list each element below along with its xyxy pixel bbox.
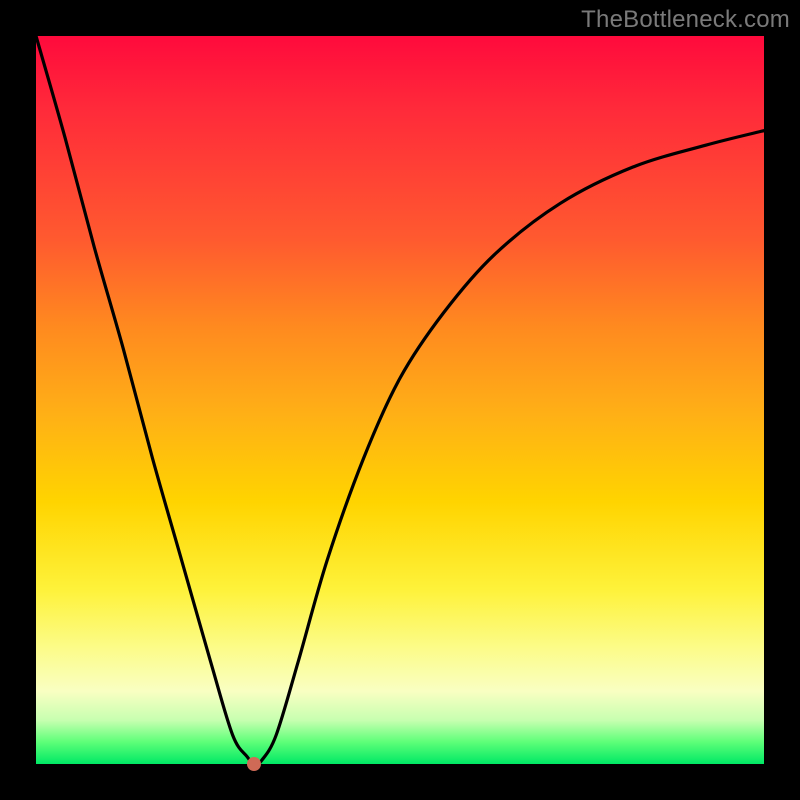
plot-area <box>36 36 764 764</box>
chart-frame: TheBottleneck.com <box>0 0 800 800</box>
optimum-marker <box>247 757 261 771</box>
bottleneck-curve <box>36 36 764 764</box>
watermark-text: TheBottleneck.com <box>581 6 790 34</box>
